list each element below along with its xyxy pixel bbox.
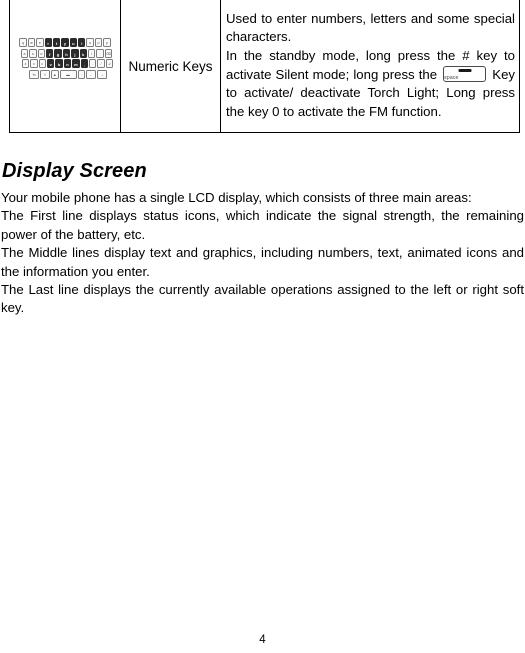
key-h: h (62, 48, 71, 58)
keypad-row-2: a s d f g h j k l ; ⌫ (13, 48, 117, 58)
key-p2: p (103, 38, 111, 47)
key-c: c (38, 59, 47, 68)
arrow-right-icon: → (96, 69, 107, 79)
numeric-keypad-illustration: q w e r t y u i o p p a s d f g h j k l … (13, 38, 117, 94)
enter-icon: ↲ (105, 59, 114, 68)
page-number: 4 (259, 634, 266, 646)
key-description-text: Used to enter numbers, letters and some … (221, 9, 519, 124)
key-semicolon: ; (96, 48, 104, 58)
key-q: q (19, 38, 27, 47)
key-e: e (36, 38, 44, 47)
key-colon: : (77, 69, 85, 79)
table-cell-key-image: q w e r t y u i o p p a s d f g h j k l … (9, 0, 121, 133)
keypad-row-3: z x c v b n m , . / ↲ (13, 59, 117, 68)
key-z: z (21, 59, 30, 68)
table-cell-key-label: Numeric Keys (120, 0, 221, 133)
page-title: Display Screen (2, 160, 147, 182)
key-y: y (61, 38, 69, 47)
key-symbol: ▲ (51, 69, 59, 79)
key-b: b (55, 59, 63, 68)
key-p1: p (94, 38, 103, 47)
key-j: j (71, 48, 79, 58)
backspace-icon: ⌫ (104, 48, 113, 58)
keypad-image-wrapper: q w e r t y u i o p p a s d f g h j k l … (10, 0, 120, 132)
description-paragraph-1: Used to enter numbers, letters and some … (226, 10, 515, 45)
table-row: q w e r t y u i o p p a s d f g h j k l … (9, 0, 520, 133)
key-s: s (29, 48, 37, 58)
body-paragraph-1: Your mobile phone has a single LCD displ… (1, 190, 472, 205)
body-paragraph-3: The Middle lines display text and graphi… (1, 245, 524, 279)
space-key-bar (458, 68, 472, 72)
key-r: r (44, 38, 52, 47)
body-paragraph-4: The Last line displays the currently ava… (1, 282, 524, 316)
space-key-label: space (444, 74, 459, 81)
key-i: i (78, 38, 86, 47)
body-paragraph-2: The First line displays status icons, wh… (1, 208, 524, 242)
keypad-row-4: fn ⇧ ▲ ▬ : ← → (13, 69, 117, 79)
key-v: v (47, 59, 55, 68)
key-k: k (79, 48, 87, 58)
shift-icon: ⇧ (40, 69, 51, 79)
description-paragraph-2: In the standby mode, long press the # ke… (226, 47, 515, 121)
key-description-table: q w e r t y u i o p p a s d f g h j k l … (9, 0, 520, 133)
key-label-text: Numeric Keys (128, 58, 213, 74)
document-page: q w e r t y u i o p p a s d f g h j k l … (0, 0, 525, 653)
key-fn: fn (29, 69, 40, 79)
key-d: d (37, 48, 46, 58)
key-x: x (30, 59, 38, 68)
key-t: t (52, 38, 61, 47)
key-o: o (86, 38, 94, 47)
key-l: l (87, 48, 96, 58)
key-slash: / (97, 59, 105, 68)
arrow-left-icon: ← (85, 69, 96, 79)
key-period: . (88, 59, 97, 68)
key-f: f (46, 48, 54, 58)
key-a: a (20, 48, 29, 58)
key-u: u (69, 38, 78, 47)
key-g: g (54, 48, 62, 58)
section-body: Your mobile phone has a single LCD displ… (1, 189, 524, 318)
key-space: ▬ (59, 69, 77, 79)
key-comma: , (80, 59, 88, 68)
table-cell-key-description: Used to enter numbers, letters and some … (220, 0, 520, 133)
key-n: n (63, 59, 72, 68)
keypad-row-1: q w e r t y u i o p p (13, 38, 117, 47)
key-w: w (27, 38, 36, 47)
key-m: m (72, 59, 80, 68)
space-key-glyph: space (443, 65, 487, 82)
